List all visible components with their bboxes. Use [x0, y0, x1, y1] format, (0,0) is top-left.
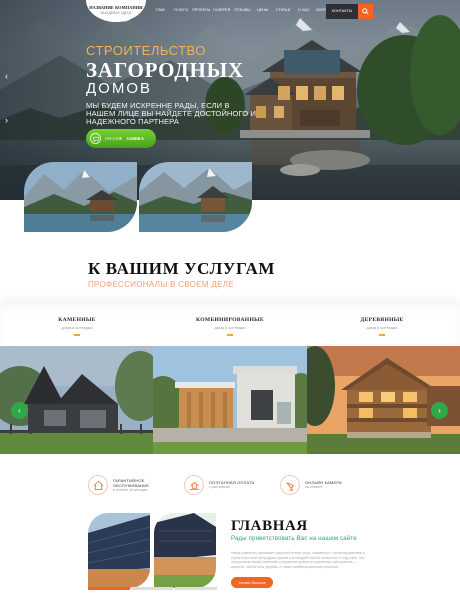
nav-item-reviews[interactable]: ОТЗЫВЫ [232, 8, 253, 12]
category-stone-name: КАМЕННЫЕ [58, 317, 96, 323]
chat-icon [90, 133, 101, 144]
wooden-house-image[interactable] [306, 346, 460, 454]
category-tabs: КАМЕННЫЕ дома и коттеджи КОМБИНИРОВАННЫЕ… [0, 303, 460, 345]
category-wooden-marker [379, 334, 385, 336]
house-icon [88, 475, 108, 495]
gallery-next-button[interactable]: › [431, 402, 448, 419]
category-combined-sub: дома и коттеджи [214, 325, 246, 330]
hero-description: МЫ БУДЕМ ИСКРЕННЕ РАДЫ, ЕСЛИ В НАШЕМ ЛИЦ… [86, 101, 257, 126]
hero-next-arrow[interactable]: › [5, 115, 8, 125]
about-slider-progress-1[interactable] [88, 587, 130, 590]
category-combined[interactable]: КОМБИНИРОВАННЫЕ дома и коттеджи [192, 317, 268, 336]
search-icon [362, 8, 369, 15]
about-slider-progress-2[interactable] [131, 587, 173, 590]
category-stone-sub: дома и коттеджи [61, 325, 93, 330]
nav-item-home[interactable]: ГЛАВ [150, 8, 171, 12]
about-image-2[interactable] [154, 513, 216, 588]
category-wooden-name: ДЕРЕВЯННЫЕ [360, 317, 404, 323]
main-nav: ГЛАВ УСЛУГИ ПРОЕКТЫ ГАЛЕРЕЯ ОТЗЫВЫ ЦЕНЫ … [150, 8, 335, 12]
nav-item-projects[interactable]: ПРОЕКТЫ [191, 8, 212, 12]
feature-camera: ОНЛАЙН КАМЕРА на объекте [280, 475, 342, 495]
logo-title: НАЗВАНИЕ КОМПАНИИ [89, 5, 143, 10]
combined-house-image[interactable] [153, 346, 307, 454]
hero-heading-line1: СТРОИТЕЛЬСТВО [86, 43, 206, 58]
nav-item-articles[interactable]: СТАТЬИ [273, 8, 294, 12]
category-wooden-sub: дома и коттеджи [366, 325, 398, 330]
house-hand-icon [184, 475, 204, 495]
services-title: К ВАШИМ УСЛУГАМ [88, 259, 276, 278]
gallery-prev-button[interactable]: ‹ [11, 402, 28, 419]
about-slider-progress-3[interactable] [175, 587, 217, 590]
category-combined-marker [227, 334, 233, 336]
nav-item-gallery[interactable]: ГАЛЕРЕЯ [212, 8, 233, 12]
about-text: Наша компания оказывает широкий спектр у… [231, 551, 365, 569]
services-subtitle: ПРОФЕССИОНАЛЫ В СВОЕМ ДЕЛЕ [88, 280, 234, 289]
hero-thumbnail-2[interactable] [139, 162, 252, 232]
house-types-gallery [0, 346, 460, 454]
hero-thumbnail-1[interactable] [24, 162, 137, 232]
contacts-button[interactable]: КОНТАКТЫ [326, 4, 358, 19]
about-title: ГЛАВНАЯ [231, 518, 308, 534]
logo-tagline: ВАШ ДЕВИЗ ЗДЕСЬ [100, 11, 132, 15]
learn-more-button[interactable]: Узнать больше [231, 577, 273, 588]
nav-item-about[interactable]: О НАС [294, 8, 315, 12]
feature-warranty-sub: в течение 15 месяцев [113, 487, 148, 492]
camera-icon [280, 475, 300, 495]
feature-camera-sub: на объекте [305, 485, 323, 490]
feature-payment: ПОЭТАПНАЯ ОПЛАТА с рассрочкой [184, 475, 254, 495]
online-request-button[interactable]: ON-LINE ЗАЯВКА [86, 129, 156, 148]
category-wooden[interactable]: ДЕРЕВЯННЫЕ дома и коттеджи [352, 317, 412, 336]
category-stone[interactable]: КАМЕННЫЕ дома и коттеджи [47, 317, 107, 336]
search-button[interactable] [358, 4, 373, 19]
about-image-1[interactable] [88, 513, 150, 588]
feature-warranty: ГАРАНТИЙНОЕ ОБСЛУЖИВАНИЕ в течение 15 ме… [88, 475, 149, 495]
category-stone-marker [74, 334, 80, 336]
feature-payment-sub: с рассрочкой [209, 485, 230, 490]
nav-item-services[interactable]: УСЛУГИ [171, 8, 192, 12]
online-request-prefix: ON-LINE [105, 136, 123, 141]
about-subtitle: Рады приветствовать Вас на нашем сайте [231, 536, 357, 542]
stone-house-image[interactable] [0, 346, 154, 454]
category-combined-name: КОМБИНИРОВАННЫЕ [196, 317, 264, 323]
online-request-label: ЗАЯВКА [126, 136, 144, 141]
nav-item-prices[interactable]: ЦЕНЫ [253, 8, 274, 12]
hero-heading-line3: ДОМОВ [86, 80, 152, 97]
hero-prev-arrow[interactable]: ‹ [5, 71, 8, 81]
